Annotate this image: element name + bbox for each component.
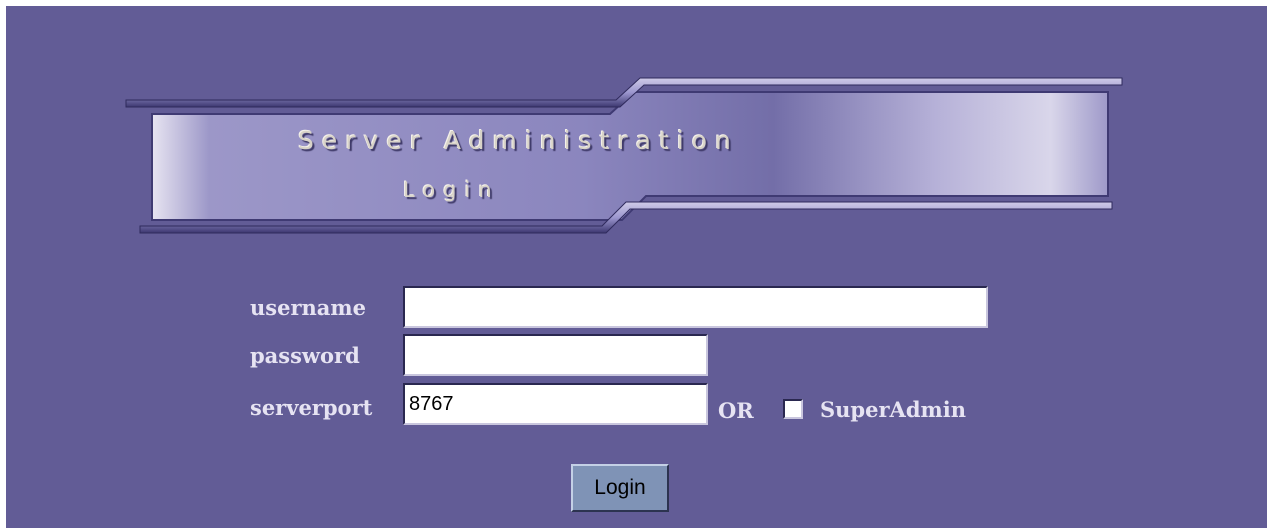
serverport-input[interactable] bbox=[403, 383, 708, 425]
or-label: OR bbox=[718, 398, 754, 423]
superadmin-checkbox[interactable] bbox=[783, 399, 803, 419]
login-button[interactable]: Login bbox=[571, 464, 669, 512]
password-label: password bbox=[250, 343, 360, 368]
banner-title: Server Administration bbox=[298, 126, 739, 155]
username-input[interactable] bbox=[403, 286, 988, 328]
username-label: username bbox=[250, 295, 366, 320]
password-input[interactable] bbox=[403, 334, 708, 376]
serverport-label: serverport bbox=[250, 395, 373, 420]
server-administration-banner: Server Administration Login bbox=[118, 68, 1126, 244]
banner-subtitle: Login bbox=[403, 178, 500, 202]
banner-graphic bbox=[125, 77, 1123, 234]
login-page: Server Administration Login username pas… bbox=[6, 6, 1267, 528]
superadmin-label: SuperAdmin bbox=[820, 397, 966, 422]
